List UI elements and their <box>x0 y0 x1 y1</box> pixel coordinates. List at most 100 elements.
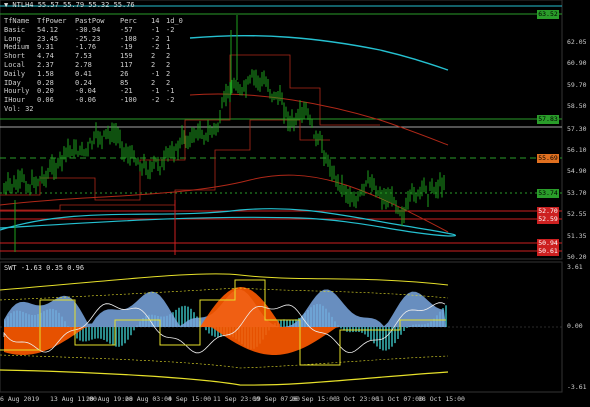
table-cell: Daily <box>4 69 26 78</box>
hist-bar <box>340 327 342 329</box>
table-cell: Hourly <box>4 87 30 96</box>
table-cell: -1.76 <box>75 43 97 52</box>
hist-bar <box>91 327 93 340</box>
table-cell: 2 <box>166 60 171 69</box>
ma-line <box>0 216 449 237</box>
table-row: Short 4.74 7.53 159 2 2 <box>4 52 182 61</box>
table-cell: -57 <box>120 25 133 34</box>
table-cell: 0.28 <box>37 78 54 87</box>
power-table: TfName TfPower PastPow Perc 14 1d_0 Basi… <box>4 17 183 114</box>
envelope <box>0 369 449 386</box>
hist-bar <box>106 327 108 342</box>
table-cell: -1 <box>166 87 175 96</box>
hist-bar <box>97 327 99 339</box>
col-header: 1d_0 <box>166 17 183 25</box>
chart-window[interactable]: ▼ NTLH4 55.57 55.79 55.32 55.76 TfName T… <box>0 0 590 407</box>
table-cell: -2 <box>151 43 160 52</box>
indicator-header: SWT -1.63 0.35 0.96 <box>4 264 85 272</box>
hist-bar <box>103 327 105 340</box>
table-cell: IDay <box>4 78 21 87</box>
hist-bar <box>346 327 348 332</box>
price-tag: 50.61 <box>537 247 559 256</box>
table-cell: 85 <box>120 78 129 87</box>
volume-label: Vol: 32 <box>4 104 34 113</box>
table-cell: 1 <box>166 34 171 43</box>
price-tag: 57.83 <box>537 115 559 124</box>
col-header: TfPower <box>37 17 67 25</box>
hist-bar <box>85 327 87 342</box>
table-row: Basic 54.12 -30.94 -57 -1 -2 <box>4 26 182 35</box>
hist-bar <box>367 327 369 337</box>
table-cell: -1 <box>151 87 160 96</box>
table-cell: -21 <box>120 87 133 96</box>
table-cell: 7.53 <box>75 52 92 61</box>
table-cell: 23.45 <box>37 34 59 43</box>
price-axis-label: 51.35 <box>567 232 587 240</box>
table-cell: 2 <box>151 60 156 69</box>
table-cell: -30.94 <box>75 25 101 34</box>
table-row: IDay 0.28 0.24 85 2 2 <box>4 79 182 88</box>
table-cell: -0.04 <box>75 87 97 96</box>
table-cell: Short <box>4 52 26 61</box>
col-header: Perc <box>120 17 137 25</box>
hist-bar <box>370 327 372 340</box>
time-axis-label: 28 Aug 03:00 <box>125 395 172 403</box>
time-axis-label: 18 Oct 15:00 <box>418 395 465 403</box>
ma-line <box>189 34 449 71</box>
price-axis-label: 62.05 <box>567 38 587 46</box>
table-cell: 0.20 <box>37 87 54 96</box>
table-cell: 54.12 <box>37 25 59 34</box>
table-cell: 4.74 <box>37 52 54 61</box>
indicator-layer <box>0 273 562 386</box>
hist-bar <box>355 327 357 332</box>
hist-bar <box>211 327 213 336</box>
hist-bar <box>385 327 387 351</box>
table-cell: Local <box>4 60 26 69</box>
table-cell: -1 <box>151 25 160 34</box>
price-axis-label: 60.90 <box>567 59 587 67</box>
table-header-row: TfName TfPower PastPow Perc 14 1d_0 <box>4 17 183 26</box>
table-row: Long 23.45 -25.23 -108 -2 1 <box>4 35 182 44</box>
indicator-axis-label: 0.00 <box>567 322 583 330</box>
table-cell: 2 <box>166 69 171 78</box>
indicator-axis-label: 3.61 <box>567 263 583 271</box>
col-header: PastPow <box>75 17 105 25</box>
table-cell: 159 <box>120 52 133 61</box>
ma-line <box>189 93 449 146</box>
hist-bar <box>373 327 375 344</box>
table-cell: 0.06 <box>37 96 54 105</box>
hist-bar <box>286 319 288 327</box>
price-tag: 53.74 <box>537 189 559 198</box>
price-axis-label: 52.55 <box>567 210 587 218</box>
hist-bar <box>406 327 408 328</box>
hist-bar <box>133 327 135 331</box>
orange-area <box>200 287 280 327</box>
table-cell: Basic <box>4 25 26 34</box>
time-axis-label: 11 Oct 07:00 <box>376 395 423 403</box>
price-axis-label: 53.70 <box>567 189 587 197</box>
table-row: Hourly 0.20 -0.04 -21 -1 -1 <box>4 87 182 96</box>
time-axis-label: 6 Aug 2019 <box>0 395 40 403</box>
table-cell: 1 <box>166 43 171 52</box>
table-cell: -2 <box>166 25 175 34</box>
price-axis-label: 56.10 <box>567 146 587 154</box>
table-cell: Medium <box>4 43 30 52</box>
time-axis-label: 26 Sep 15:00 <box>290 395 337 403</box>
table-cell: -108 <box>120 34 137 43</box>
hist-bar <box>364 327 366 335</box>
table-row: Medium 9.31 -1.76 -19 -2 1 <box>4 43 182 52</box>
table-row: Local 2.37 2.78 117 2 2 <box>4 61 182 70</box>
table-cell: -25.23 <box>75 34 101 43</box>
table-cell: 2.78 <box>75 60 92 69</box>
table-cell: 2.37 <box>37 60 54 69</box>
hist-bar <box>130 327 132 336</box>
hist-bar <box>100 327 102 339</box>
time-axis-label: 4 Sep 15:00 <box>168 395 212 403</box>
hist-bar <box>121 327 123 346</box>
price-axis-label: 59.70 <box>567 81 587 89</box>
table-cell: -0.06 <box>75 96 97 105</box>
table-cell: 2 <box>166 78 171 87</box>
symbol-header: ▼ NTLH4 55.57 55.79 55.32 55.76 <box>4 1 135 9</box>
col-header: TfName <box>4 17 30 25</box>
hist-bar <box>112 327 114 346</box>
